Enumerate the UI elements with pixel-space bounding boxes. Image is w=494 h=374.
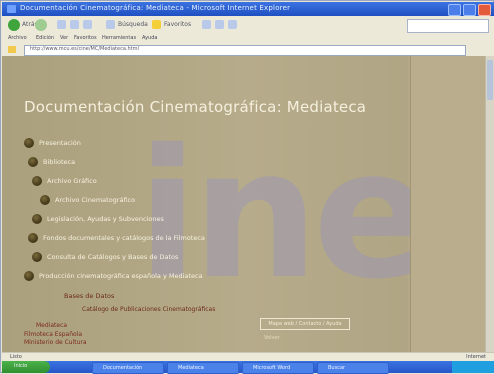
nav-item-archivo-cinematografico[interactable]: Archivo Cinematográfico bbox=[40, 195, 135, 205]
mail-icon[interactable] bbox=[215, 20, 224, 29]
back-link[interactable]: Volver bbox=[264, 335, 280, 341]
catalog-link[interactable]: Catálogo de Publicaciones Cinematográfic… bbox=[82, 306, 215, 313]
nav-item-catalogos[interactable]: Consulta de Catálogos y Bases de Datos bbox=[32, 252, 178, 262]
bullet-icon bbox=[32, 176, 42, 186]
bullet-icon bbox=[40, 195, 50, 205]
window-controls bbox=[448, 4, 491, 16]
print-icon[interactable] bbox=[228, 20, 237, 29]
right-panel bbox=[410, 56, 487, 352]
refresh-icon[interactable] bbox=[70, 20, 79, 29]
back-button[interactable] bbox=[8, 19, 20, 31]
nav-item-produccion[interactable]: Producción cinematográfica española y Me… bbox=[24, 271, 203, 281]
toolbar: Atrás Búsqueda Favoritos bbox=[2, 16, 494, 35]
nav-item-archivo-grafico[interactable]: Archivo Gráfico bbox=[32, 176, 97, 186]
nav-label: Fondos documentales y catálogos de la Fi… bbox=[43, 234, 205, 242]
menu-file[interactable]: Archivo bbox=[8, 35, 27, 41]
bullet-icon bbox=[28, 233, 38, 243]
search-icon[interactable] bbox=[106, 20, 115, 29]
stop-icon[interactable] bbox=[57, 20, 66, 29]
search-label[interactable]: Búsqueda bbox=[118, 21, 148, 28]
status-text: Listo bbox=[10, 354, 22, 360]
nav-item-fondos[interactable]: Fondos documentales y catálogos de la Fi… bbox=[28, 233, 205, 243]
maximize-button[interactable] bbox=[463, 4, 476, 16]
taskbar-item[interactable]: Mediateca bbox=[167, 362, 239, 374]
menu-bar: Archivo Edición Ver Favoritos Herramient… bbox=[2, 34, 494, 43]
menu-favorites[interactable]: Favoritos bbox=[74, 35, 97, 41]
page-title: Documentación Cinematográfica: Mediateca bbox=[24, 98, 367, 116]
bullet-icon bbox=[24, 138, 34, 148]
menu-view[interactable]: Ver bbox=[60, 35, 68, 41]
ie-icon bbox=[7, 5, 16, 13]
status-zone: Internet bbox=[466, 354, 486, 360]
system-tray bbox=[452, 361, 494, 373]
nav-label: Consulta de Catálogos y Bases de Datos bbox=[47, 253, 179, 261]
title-bar: Documentación Cinematográfica: Mediateca… bbox=[2, 2, 494, 17]
vertical-scrollbar[interactable] bbox=[485, 56, 494, 352]
footer-line-2[interactable]: Filmoteca Española bbox=[24, 331, 82, 338]
home-icon[interactable] bbox=[83, 20, 92, 29]
menu-help[interactable]: Ayuda bbox=[142, 35, 157, 41]
browser-window: Documentación Cinematográfica: Mediateca… bbox=[0, 0, 494, 374]
bullet-icon bbox=[32, 214, 42, 224]
start-label: Inicio bbox=[14, 363, 28, 369]
taskbar: Inicio Documentación Mediateca Microsoft… bbox=[2, 361, 494, 374]
bullet-icon bbox=[32, 252, 42, 262]
page-viewport: ine Documentación Cinematográfica: Media… bbox=[2, 56, 494, 352]
taskbar-item[interactable]: Microsoft Word bbox=[242, 362, 314, 374]
forward-button[interactable] bbox=[35, 19, 47, 31]
bullet-icon bbox=[28, 157, 38, 167]
sitemap-button[interactable]: Mapa web / Contacto / Ayuda bbox=[260, 318, 350, 330]
history-icon[interactable] bbox=[202, 20, 211, 29]
minimize-button[interactable] bbox=[448, 4, 461, 16]
nav-label: Presentación bbox=[39, 139, 81, 147]
start-button[interactable]: Inicio bbox=[2, 361, 50, 373]
menu-edit[interactable]: Edición bbox=[36, 35, 54, 41]
nav-label: Archivo Gráfico bbox=[47, 177, 97, 185]
page-icon bbox=[8, 46, 16, 53]
window-title: Documentación Cinematográfica: Mediateca… bbox=[20, 4, 291, 12]
nav-label: Legislación, Ayudas y Subvenciones bbox=[47, 215, 164, 223]
nav-label: Producción cinematográfica española y Me… bbox=[39, 272, 203, 280]
nav-item-presentacion[interactable]: Presentación bbox=[24, 138, 81, 148]
nav-item-legislacion[interactable]: Legislación, Ayudas y Subvenciones bbox=[32, 214, 164, 224]
nav-item-biblioteca[interactable]: Biblioteca bbox=[28, 157, 75, 167]
toolbar-search-field[interactable] bbox=[407, 19, 489, 33]
close-button[interactable] bbox=[478, 4, 491, 16]
menu-tools[interactable]: Herramientas bbox=[102, 35, 136, 41]
footer-line-3[interactable]: Ministerio de Cultura bbox=[24, 339, 87, 346]
nav-label: Archivo Cinematográfico bbox=[55, 196, 136, 204]
favorites-label[interactable]: Favoritos bbox=[164, 21, 191, 28]
scrollbar-thumb[interactable] bbox=[487, 60, 493, 100]
databases-heading: Bases de Datos bbox=[64, 292, 115, 300]
address-url[interactable]: http://www.mcu.es/cine/MC/Mediateca.html bbox=[30, 46, 139, 52]
main-content: ine Documentación Cinematográfica: Media… bbox=[2, 56, 433, 352]
favorites-icon[interactable] bbox=[152, 20, 161, 29]
nav-label: Biblioteca bbox=[43, 158, 76, 166]
address-bar: http://www.mcu.es/cine/MC/Mediateca.html bbox=[2, 43, 494, 57]
bullet-icon bbox=[24, 271, 34, 281]
taskbar-item[interactable]: Buscar bbox=[317, 362, 389, 374]
taskbar-item[interactable]: Documentación bbox=[92, 362, 164, 374]
footer-line-1[interactable]: Mediateca bbox=[36, 322, 67, 329]
